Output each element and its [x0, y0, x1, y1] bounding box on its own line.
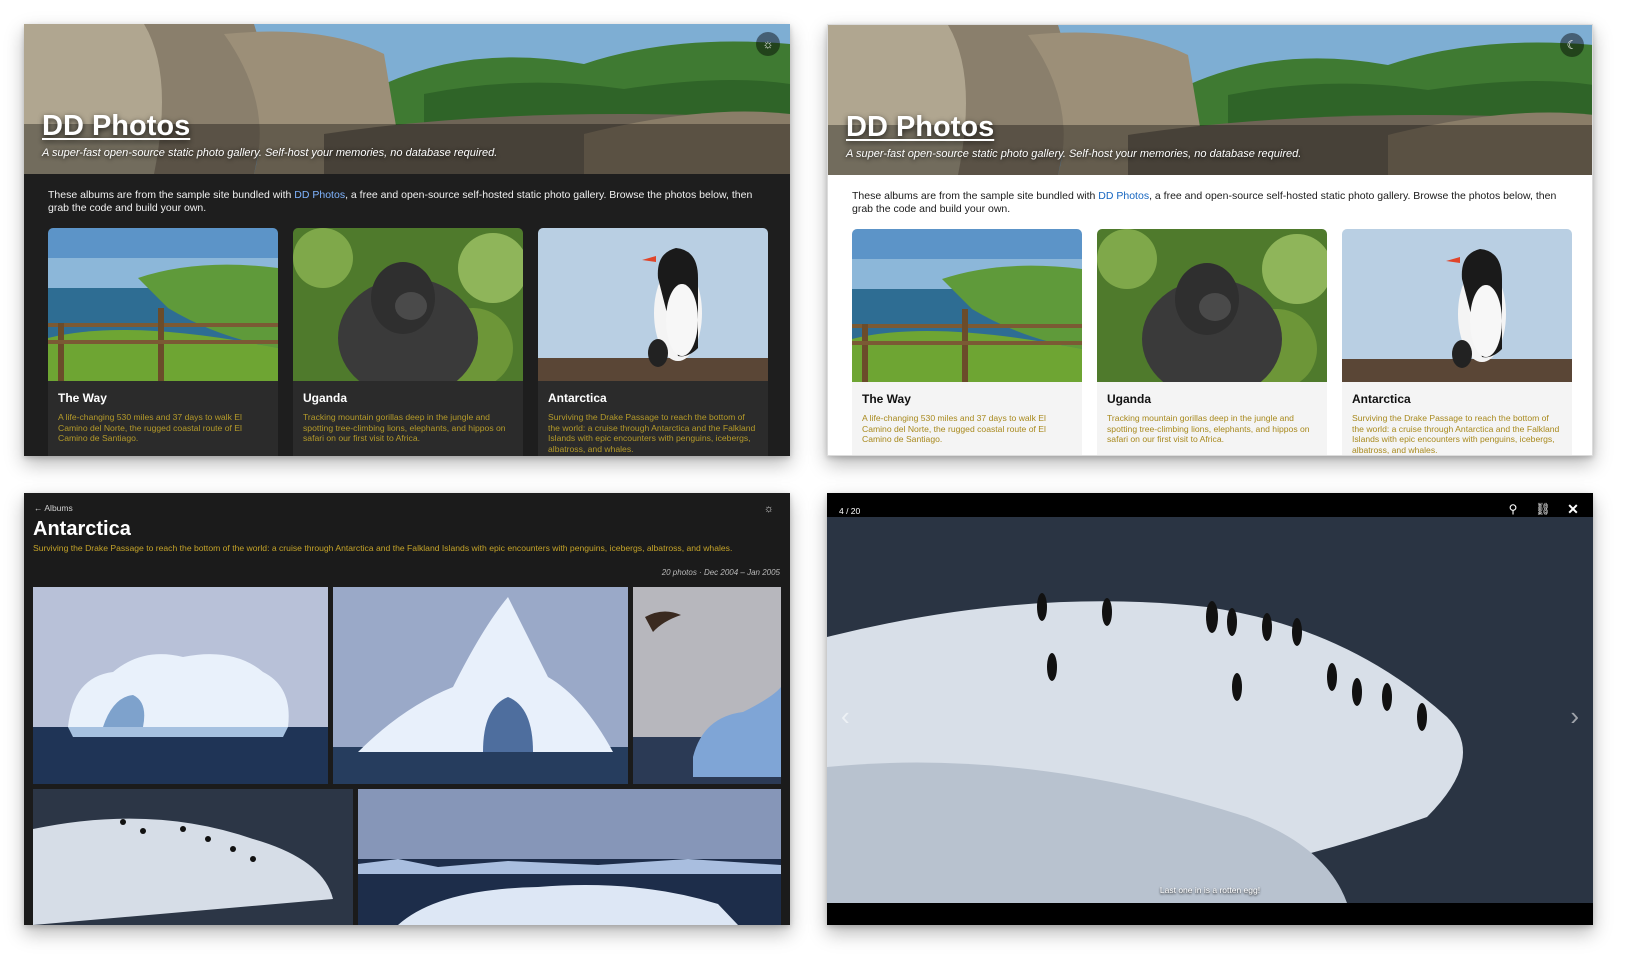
photo-bird-iceberg	[633, 587, 781, 784]
album-card-uganda[interactable]: Uganda Tracking mountain gorillas deep i…	[1097, 229, 1327, 455]
close-icon[interactable]: ✕	[1565, 501, 1581, 517]
album-view-panel: ← Albums ☼ Antarctica Surviving the Drak…	[24, 493, 790, 925]
album-card-the-way[interactable]: The Way A life-changing 530 miles and 37…	[852, 229, 1082, 455]
album-card-title: The Way	[862, 392, 911, 406]
intro-text: These albums are from the sample site bu…	[852, 190, 1572, 216]
theme-toggle-button[interactable]: ☾	[1560, 33, 1584, 57]
photo-caption: Last one in is a rotten egg!	[1159, 885, 1261, 895]
album-card-description: Surviving the Drake Passage to reach the…	[1352, 413, 1560, 455]
album-card-title: Antarctica	[1352, 392, 1411, 406]
photo-penguins-ice-floe	[33, 789, 353, 925]
dd-photos-link[interactable]: DD Photos	[1098, 190, 1149, 202]
album-thumbnail	[1097, 229, 1327, 382]
photo-counter: 4 / 20	[839, 506, 861, 516]
dd-photos-link[interactable]: DD Photos	[294, 189, 345, 201]
sun-icon: ☼	[763, 503, 774, 515]
photo-iceberg-1	[33, 587, 328, 784]
album-thumbnail	[538, 228, 768, 381]
intro-text: These albums are from the sample site bu…	[48, 189, 768, 215]
back-to-albums-link[interactable]: ← Albums	[34, 503, 73, 513]
zoom-icon[interactable]: ⚲	[1505, 501, 1521, 517]
photo-penguins-jumping	[827, 517, 1593, 903]
album-meta: 20 photos · Dec 2004 – Jan 2005	[661, 568, 780, 577]
site-tagline: A super-fast open-source static photo ga…	[42, 147, 498, 159]
moon-icon: ☾	[1566, 38, 1578, 52]
intro-before: These albums are from the sample site bu…	[852, 190, 1099, 202]
next-arrow-icon[interactable]: ›	[1570, 701, 1579, 732]
lightbox-toolbar	[827, 493, 1593, 517]
home-dark-panel: ☼ DD Photos A super-fast open-source sta…	[24, 24, 790, 456]
link-icon[interactable]: ⛓	[1535, 501, 1551, 517]
theme-toggle-button[interactable]: ☼	[756, 32, 780, 56]
album-grid: The Way A life-changing 530 miles and 37…	[48, 228, 768, 456]
album-card-description: Tracking mountain gorillas deep in the j…	[303, 412, 506, 443]
album-card-description: A life-changing 530 miles and 37 days to…	[862, 413, 1046, 444]
album-card-title: Antarctica	[548, 391, 607, 405]
photo-tile[interactable]	[633, 587, 781, 784]
site-title[interactable]: DD Photos	[846, 111, 994, 144]
photo-tile[interactable]	[333, 587, 628, 784]
sun-icon: ☼	[762, 37, 774, 51]
album-thumbnail	[48, 228, 278, 381]
theme-toggle-button[interactable]: ☼	[764, 503, 774, 515]
album-card-description: Tracking mountain gorillas deep in the j…	[1107, 413, 1310, 444]
photo-tile[interactable]	[358, 789, 781, 925]
album-card-title: The Way	[58, 391, 107, 405]
lightbox-panel: 4 / 20 ⚲ ⛓ ✕ ‹ › Last one in is a rotten…	[827, 493, 1593, 925]
album-card-title: Uganda	[1107, 392, 1152, 406]
photo-ice-shelf	[358, 789, 781, 925]
hero-banner: ☾ DD Photos A super-fast open-source sta…	[828, 25, 1592, 175]
hero-banner: ☼ DD Photos A super-fast open-source sta…	[24, 24, 790, 174]
album-card-uganda[interactable]: Uganda Tracking mountain gorillas deep i…	[293, 228, 523, 456]
album-card-antarctica[interactable]: Antarctica Surviving the Drake Passage t…	[1342, 229, 1572, 455]
home-light-panel: ☾ DD Photos A super-fast open-source sta…	[827, 24, 1593, 456]
album-thumbnail	[852, 229, 1082, 382]
site-tagline: A super-fast open-source static photo ga…	[846, 148, 1302, 160]
album-description: Surviving the Drake Passage to reach the…	[33, 543, 733, 553]
album-card-description: Surviving the Drake Passage to reach the…	[548, 412, 756, 454]
album-card-antarctica[interactable]: Antarctica Surviving the Drake Passage t…	[538, 228, 768, 456]
album-thumbnail	[293, 228, 523, 381]
album-grid: The Way A life-changing 530 miles and 37…	[852, 229, 1572, 455]
site-title[interactable]: DD Photos	[42, 110, 190, 143]
album-card-description: A life-changing 530 miles and 37 days to…	[58, 412, 242, 443]
album-card-the-way[interactable]: The Way A life-changing 530 miles and 37…	[48, 228, 278, 456]
intro-before: These albums are from the sample site bu…	[48, 189, 295, 201]
photo-tile[interactable]	[33, 587, 328, 784]
previous-arrow-icon[interactable]: ‹	[841, 701, 850, 732]
lightbox-photo	[827, 517, 1593, 903]
album-title: Antarctica	[33, 518, 131, 540]
album-thumbnail	[1342, 229, 1572, 382]
photo-iceberg-arch	[333, 587, 628, 784]
album-card-title: Uganda	[303, 391, 348, 405]
photo-tile[interactable]	[33, 789, 353, 925]
